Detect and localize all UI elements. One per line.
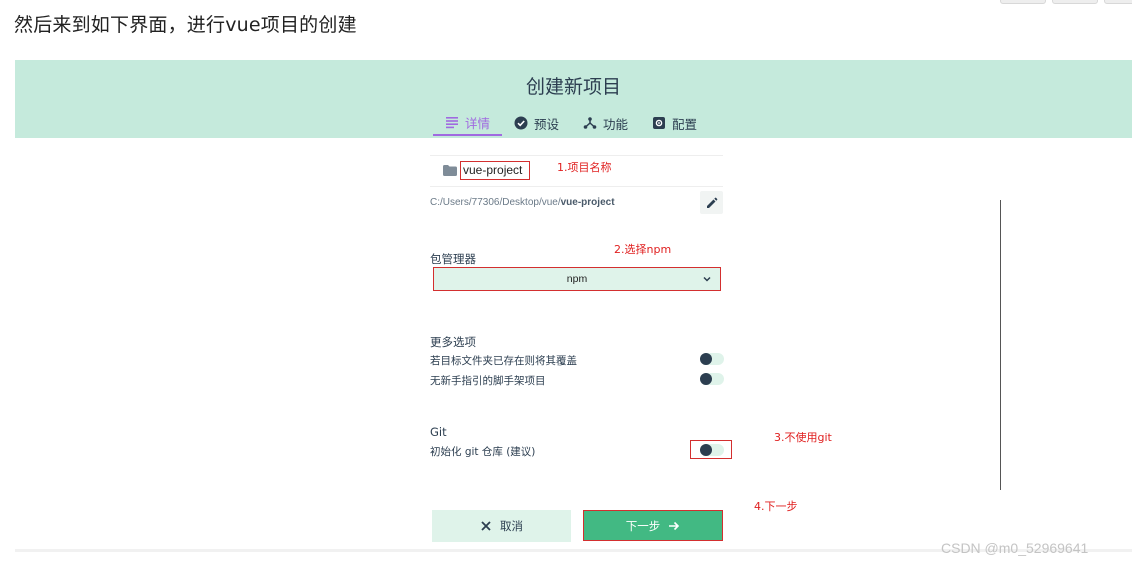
git-init-label: 初始化 git 仓库 (建议): [430, 446, 536, 458]
check-circle-icon: [514, 116, 528, 130]
top-toolbar-button-1[interactable]: [1000, 0, 1046, 4]
list-icon: [446, 117, 458, 129]
project-name-input[interactable]: [460, 161, 530, 180]
option-no-guide-label: 无新手指引的脚手架项目: [430, 375, 546, 387]
folder-icon: [443, 165, 457, 176]
git-label: Git: [430, 425, 447, 439]
git-toggle-highlight: [690, 440, 732, 459]
top-toolbar-button-3[interactable]: [1104, 0, 1132, 4]
page-title: 创建新项目: [525, 76, 621, 98]
annotation-3: 3.不使用git: [774, 431, 832, 444]
toggle-no-guide[interactable]: [700, 373, 724, 385]
close-icon: [481, 521, 491, 531]
cancel-button[interactable]: 取消: [432, 510, 571, 542]
annotation-4: 4.下一步: [754, 500, 798, 513]
cancel-button-label: 取消: [500, 519, 523, 533]
package-manager-value: npm: [566, 273, 588, 285]
more-options-label: 更多选项: [430, 335, 476, 349]
next-button[interactable]: 下一步: [583, 510, 723, 541]
settings-box-icon: [653, 117, 666, 129]
tab-label: 功能: [603, 116, 629, 132]
tab-config[interactable]: 配置: [640, 110, 709, 136]
package-manager-select[interactable]: npm: [433, 267, 721, 291]
csdn-watermark: CSDN @m0_52969641: [941, 540, 1089, 556]
tab-details[interactable]: 详情: [433, 110, 503, 136]
tab-presets[interactable]: 预设: [502, 110, 571, 136]
top-toolbar-button-2[interactable]: [1052, 0, 1098, 4]
annotation-1: 1.项目名称: [557, 161, 612, 174]
next-button-label: 下一步: [625, 518, 661, 533]
toggle-knob: [700, 373, 712, 385]
tab-label: 详情: [465, 115, 491, 131]
scrollbar-track[interactable]: [1000, 200, 1001, 490]
project-path: C:/Users/77306/Desktop/vue/vue-project: [430, 197, 615, 208]
article-intro-text: 然后来到如下界面，进行vue项目的创建: [14, 14, 357, 36]
chevron-down-icon: [703, 276, 711, 282]
tab-features[interactable]: 功能: [571, 110, 640, 136]
package-manager-label: 包管理器: [430, 252, 476, 266]
pencil-icon: [706, 197, 717, 208]
arrow-right-icon: [669, 521, 680, 530]
tab-label: 预设: [534, 116, 560, 132]
option-force-overwrite-label: 若目标文件夹已存在则将其覆盖: [430, 355, 577, 367]
project-path-name: vue-project: [560, 197, 615, 208]
branch-icon: [583, 117, 597, 129]
tab-label: 配置: [672, 116, 698, 132]
annotation-2: 2.选择npm: [614, 243, 672, 256]
tab-bar: 详情 预设 功能 配置: [433, 110, 709, 138]
toggle-knob: [700, 353, 712, 365]
project-path-prefix: C:/Users/77306/Desktop/vue/: [430, 197, 561, 208]
toggle-force-overwrite[interactable]: [700, 353, 724, 365]
edit-path-button[interactable]: [700, 191, 723, 214]
